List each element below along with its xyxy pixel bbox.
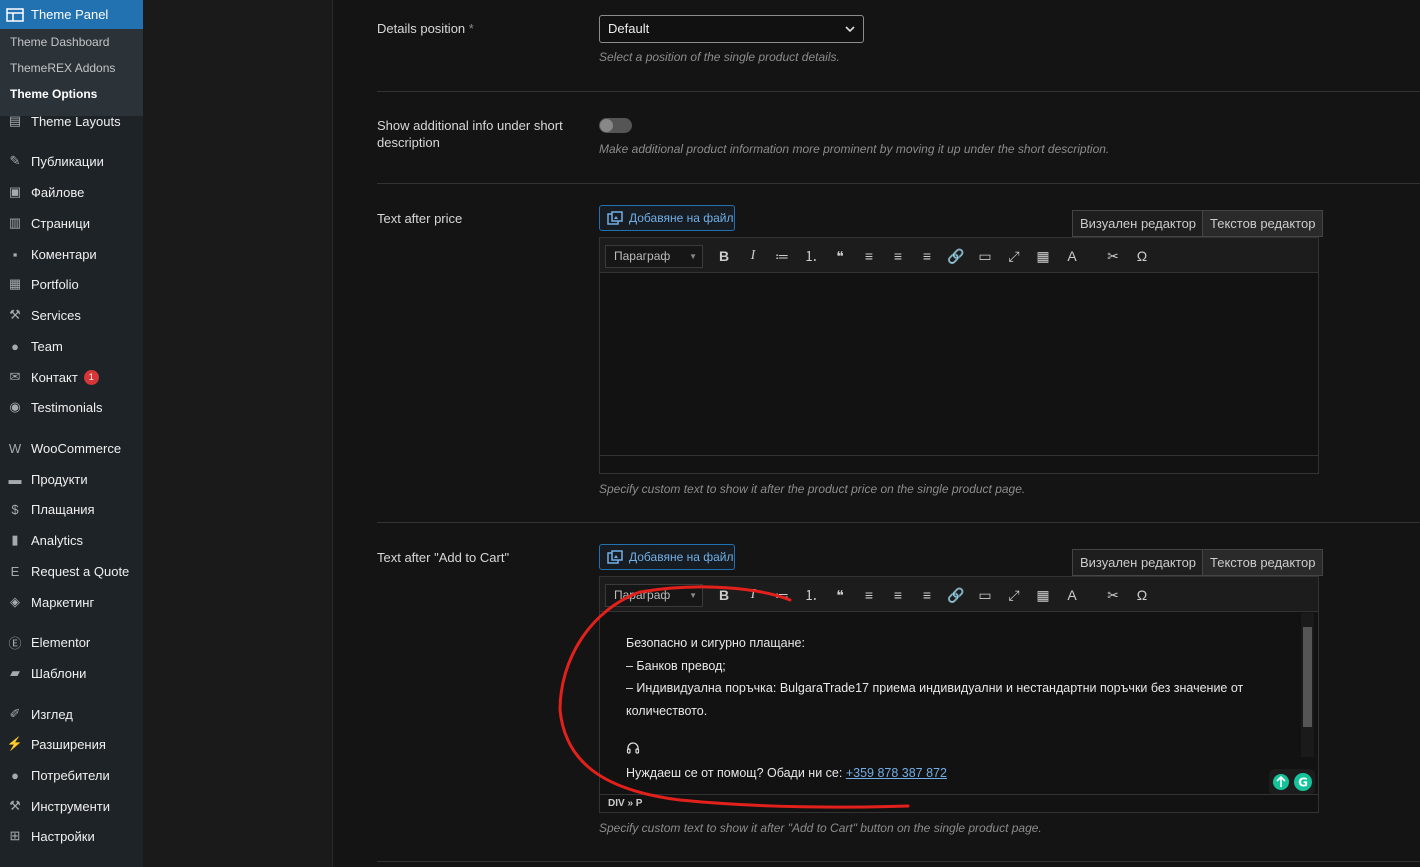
annotation-scribble bbox=[558, 585, 910, 809]
